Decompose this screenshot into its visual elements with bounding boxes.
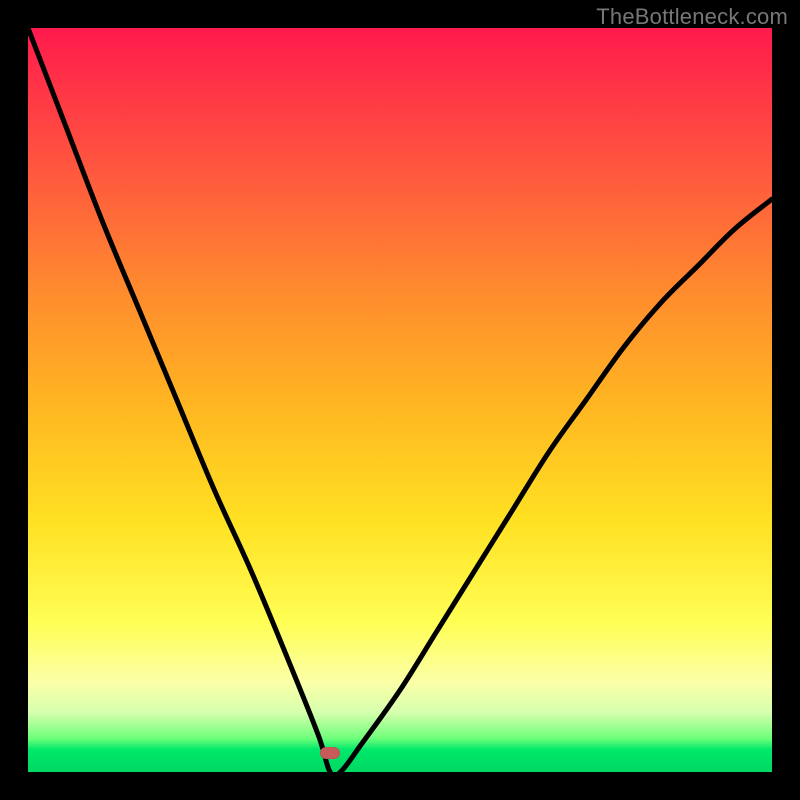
bottleneck-curve bbox=[28, 28, 772, 772]
plot-area bbox=[28, 28, 772, 772]
optimal-marker bbox=[320, 747, 340, 759]
chart-container: TheBottleneck.com bbox=[0, 0, 800, 800]
watermark-text: TheBottleneck.com bbox=[596, 4, 788, 30]
